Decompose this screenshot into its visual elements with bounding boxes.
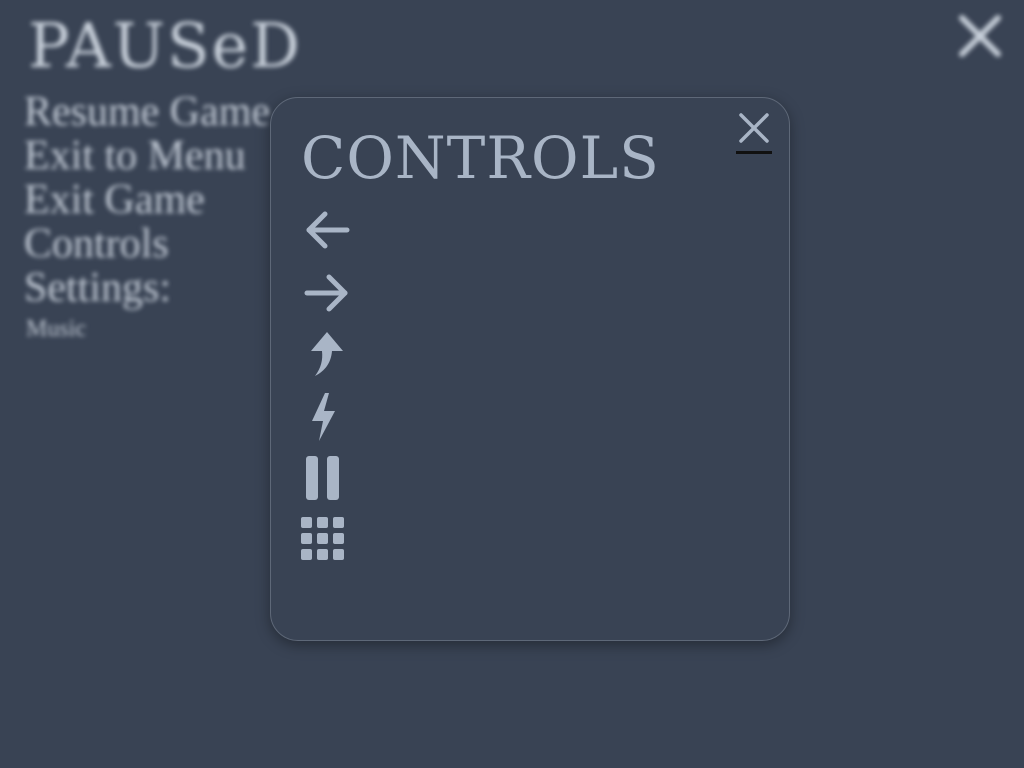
pause-icon — [306, 456, 339, 500]
exit-to-menu-button[interactable]: Exit to Menu — [24, 134, 246, 178]
close-underline — [736, 151, 772, 154]
arrow-left-icon — [306, 211, 350, 249]
close-icon — [739, 113, 769, 143]
pause-title: PAUSeD — [28, 9, 302, 82]
settings-label: Settings: — [24, 265, 172, 311]
control-row-dash — [299, 389, 759, 445]
control-row-move-right — [299, 265, 759, 321]
lightning-icon — [312, 393, 335, 441]
arrow-right-icon — [304, 274, 348, 312]
control-row-move-left — [299, 202, 759, 258]
music-label: Music — [26, 316, 86, 342]
exit-game-button[interactable]: Exit Game — [24, 178, 205, 222]
resume-game-button[interactable]: Resume Game — [24, 90, 270, 134]
control-row-menu — [299, 513, 759, 569]
controls-button[interactable]: Controls — [24, 222, 169, 266]
control-row-pause — [299, 451, 759, 507]
game-screen: PAUSeD Resume Game Exit to Menu Exit Gam… — [0, 0, 1024, 768]
close-icon[interactable] — [952, 8, 1008, 64]
controls-dialog: CONTROLS — [270, 97, 790, 641]
controls-title: CONTROLS — [301, 124, 660, 192]
dialog-close-button[interactable] — [736, 110, 774, 154]
grid-menu-icon — [301, 517, 344, 560]
jump-arrow-icon — [311, 332, 343, 376]
control-row-jump — [299, 327, 759, 383]
